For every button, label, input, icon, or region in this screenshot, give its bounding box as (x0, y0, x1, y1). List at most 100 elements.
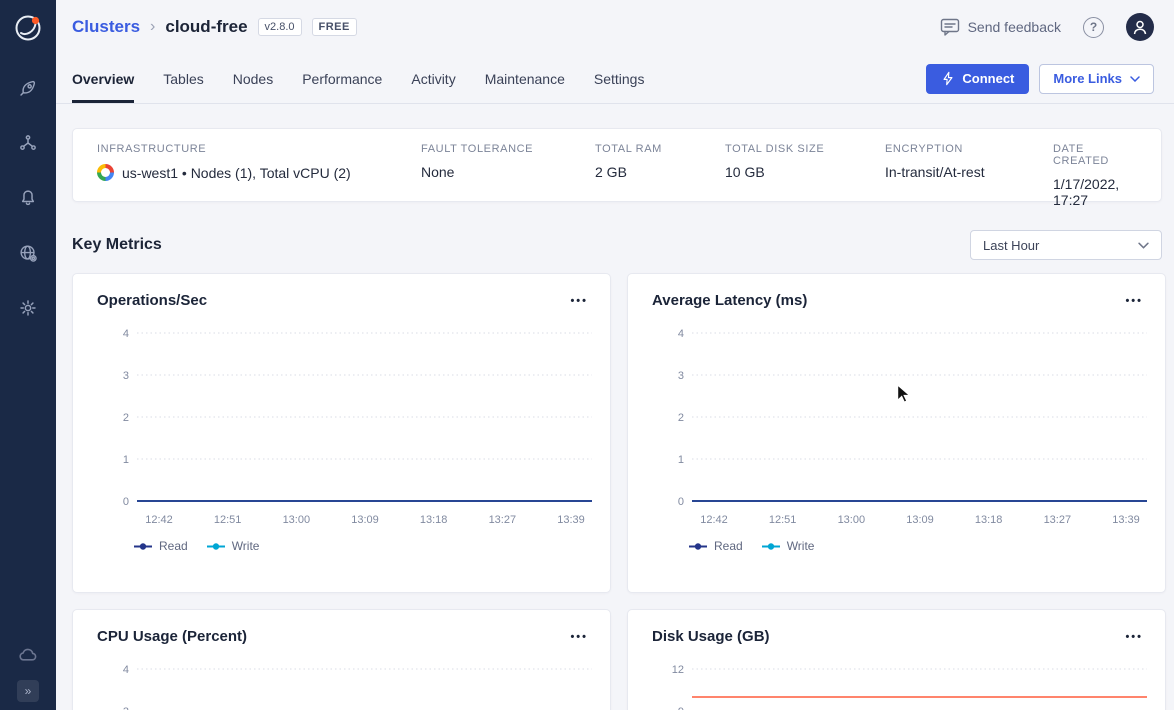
y-tick: 3 (123, 370, 129, 382)
info-label: TOTAL DISK SIZE (725, 143, 885, 155)
chart-menu-button[interactable]: ••• (564, 293, 594, 309)
chart-title: Operations/Sec (97, 292, 207, 309)
x-tick: 12:42 (700, 514, 728, 526)
y-tick: 0 (123, 496, 129, 508)
app-window: » Clusters › cloud-free v2.8.0 FREE Se (0, 0, 1174, 710)
info-encryption: ENCRYPTION In-transit/At-rest (885, 143, 1053, 185)
breadcrumb: Clusters › cloud-free v2.8.0 FREE (72, 17, 357, 37)
more-links-label: More Links (1053, 71, 1122, 86)
globe-settings-icon[interactable] (16, 241, 40, 265)
tab-actions: Connect More Links (926, 54, 1154, 103)
help-label: ? (1090, 20, 1097, 34)
chart-title: Average Latency (ms) (652, 292, 807, 309)
legend-label: Write (232, 539, 260, 553)
legend-item-read[interactable]: Read (689, 539, 743, 553)
info-value: In-transit/At-rest (885, 164, 1053, 180)
help-button[interactable]: ? (1083, 17, 1104, 38)
page-header: Clusters › cloud-free v2.8.0 FREE Send f… (56, 0, 1174, 54)
chart-menu-button[interactable]: ••• (564, 629, 594, 645)
chart-canvas: 4321012:4212:5113:0013:0913:1813:2713:39 (652, 321, 1149, 527)
chart-card-operations: Operations/Sec ••• 4 3 2 1 0 12:42 12:51 13:00 1… (72, 273, 611, 593)
connect-lightning-icon (941, 71, 955, 86)
send-feedback-label: Send feedback (968, 19, 1061, 35)
info-date-created: DATE CREATED 1/17/2022, 17:27 (1053, 143, 1137, 185)
chart-legend: Read Write (97, 539, 594, 553)
legend-marker-icon (207, 542, 225, 551)
legend-label: Read (714, 539, 743, 553)
info-label: ENCRYPTION (885, 143, 1053, 155)
cloud-icon[interactable] (16, 643, 40, 667)
tab-maintenance[interactable]: Maintenance (485, 54, 565, 103)
tab-tables[interactable]: Tables (163, 54, 203, 103)
charts-grid: Operations/Sec ••• 4321012:4212:5113:001… (72, 273, 1162, 710)
brand-logo[interactable] (0, 0, 56, 56)
info-infrastructure: INFRASTRUCTURE us-west1 • Nodes (1), Tot… (97, 143, 421, 185)
user-icon (1130, 17, 1150, 37)
y-tick: 9 (678, 706, 684, 710)
chart-card-disk: Disk Usage (GB) ••• 12963012:4212:5113:0… (627, 609, 1166, 710)
tab-performance[interactable]: Performance (302, 54, 382, 103)
tab-overview[interactable]: Overview (72, 54, 134, 103)
x-tick: 12:51 (214, 514, 242, 526)
y-tick: 4 (123, 328, 129, 340)
main-area: Clusters › cloud-free v2.8.0 FREE Send f… (56, 0, 1174, 710)
y-tick: 2 (123, 412, 129, 424)
y-tick: 12 (672, 664, 684, 676)
version-badge: v2.8.0 (258, 18, 302, 36)
legend-item-read[interactable]: Read (134, 539, 188, 553)
breadcrumb-clusters-link[interactable]: Clusters (72, 17, 140, 37)
x-tick: 13:09 (351, 514, 379, 526)
legend-item-write[interactable]: Write (207, 539, 260, 553)
x-tick: 13:27 (489, 514, 517, 526)
x-tick: 13:00 (283, 514, 311, 526)
more-links-button[interactable]: More Links (1039, 64, 1154, 94)
info-label: TOTAL RAM (595, 143, 725, 155)
bell-icon[interactable] (16, 186, 40, 210)
breadcrumb-separator-icon: › (150, 18, 155, 36)
gear-icon[interactable] (16, 296, 40, 320)
x-tick: 13:39 (1112, 514, 1140, 526)
tab-settings[interactable]: Settings (594, 54, 645, 103)
info-label: INFRASTRUCTURE (97, 143, 421, 155)
chart-plot: 4321012:4212:5113:0013:0913:1813:2713:39 (97, 657, 594, 710)
x-tick: 12:42 (145, 514, 173, 526)
feedback-bubble-icon (940, 18, 960, 36)
x-tick: 13:27 (1044, 514, 1072, 526)
user-avatar[interactable] (1126, 13, 1154, 41)
time-range-value: Last Hour (983, 238, 1039, 253)
y-tick: 3 (123, 706, 129, 710)
chart-canvas: 12963012:4212:5113:0013:0913:1813:2713:3… (652, 657, 1149, 710)
time-range-select[interactable]: Last Hour (970, 230, 1162, 260)
info-label: DATE CREATED (1053, 143, 1137, 167)
x-tick: 13:00 (838, 514, 866, 526)
send-feedback-button[interactable]: Send feedback (940, 18, 1061, 36)
cluster-network-icon[interactable] (16, 131, 40, 155)
rocket-icon[interactable] (16, 76, 40, 100)
sidebar-bottom: » (0, 643, 56, 702)
x-tick: 13:18 (420, 514, 448, 526)
key-metrics-row: Key Metrics Last Hour (72, 230, 1162, 260)
gcp-icon (97, 164, 114, 181)
info-value: 10 GB (725, 164, 885, 180)
expand-sidebar-button[interactable]: » (17, 680, 39, 702)
x-tick: 13:39 (557, 514, 585, 526)
legend-marker-icon (762, 542, 780, 551)
x-tick: 13:18 (975, 514, 1003, 526)
y-tick: 1 (123, 454, 129, 466)
y-tick: 1 (678, 454, 684, 466)
legend-label: Read (159, 539, 188, 553)
legend-item-write[interactable]: Write (762, 539, 815, 553)
chart-menu-button[interactable]: ••• (1119, 293, 1149, 309)
tab-nodes[interactable]: Nodes (233, 54, 273, 103)
connect-button[interactable]: Connect (926, 64, 1029, 94)
y-tick: 0 (678, 496, 684, 508)
content-area: INFRASTRUCTURE us-west1 • Nodes (1), Tot… (56, 104, 1174, 710)
chart-title: CPU Usage (Percent) (97, 628, 247, 645)
chart-legend: Read Write (652, 539, 1149, 553)
chart-menu-button[interactable]: ••• (1119, 629, 1149, 645)
legend-label: Write (787, 539, 815, 553)
tab-activity[interactable]: Activity (411, 54, 455, 103)
info-total-disk-size: TOTAL DISK SIZE 10 GB (725, 143, 885, 185)
header-actions: Send feedback ? (940, 13, 1154, 41)
y-tick: 3 (678, 370, 684, 382)
